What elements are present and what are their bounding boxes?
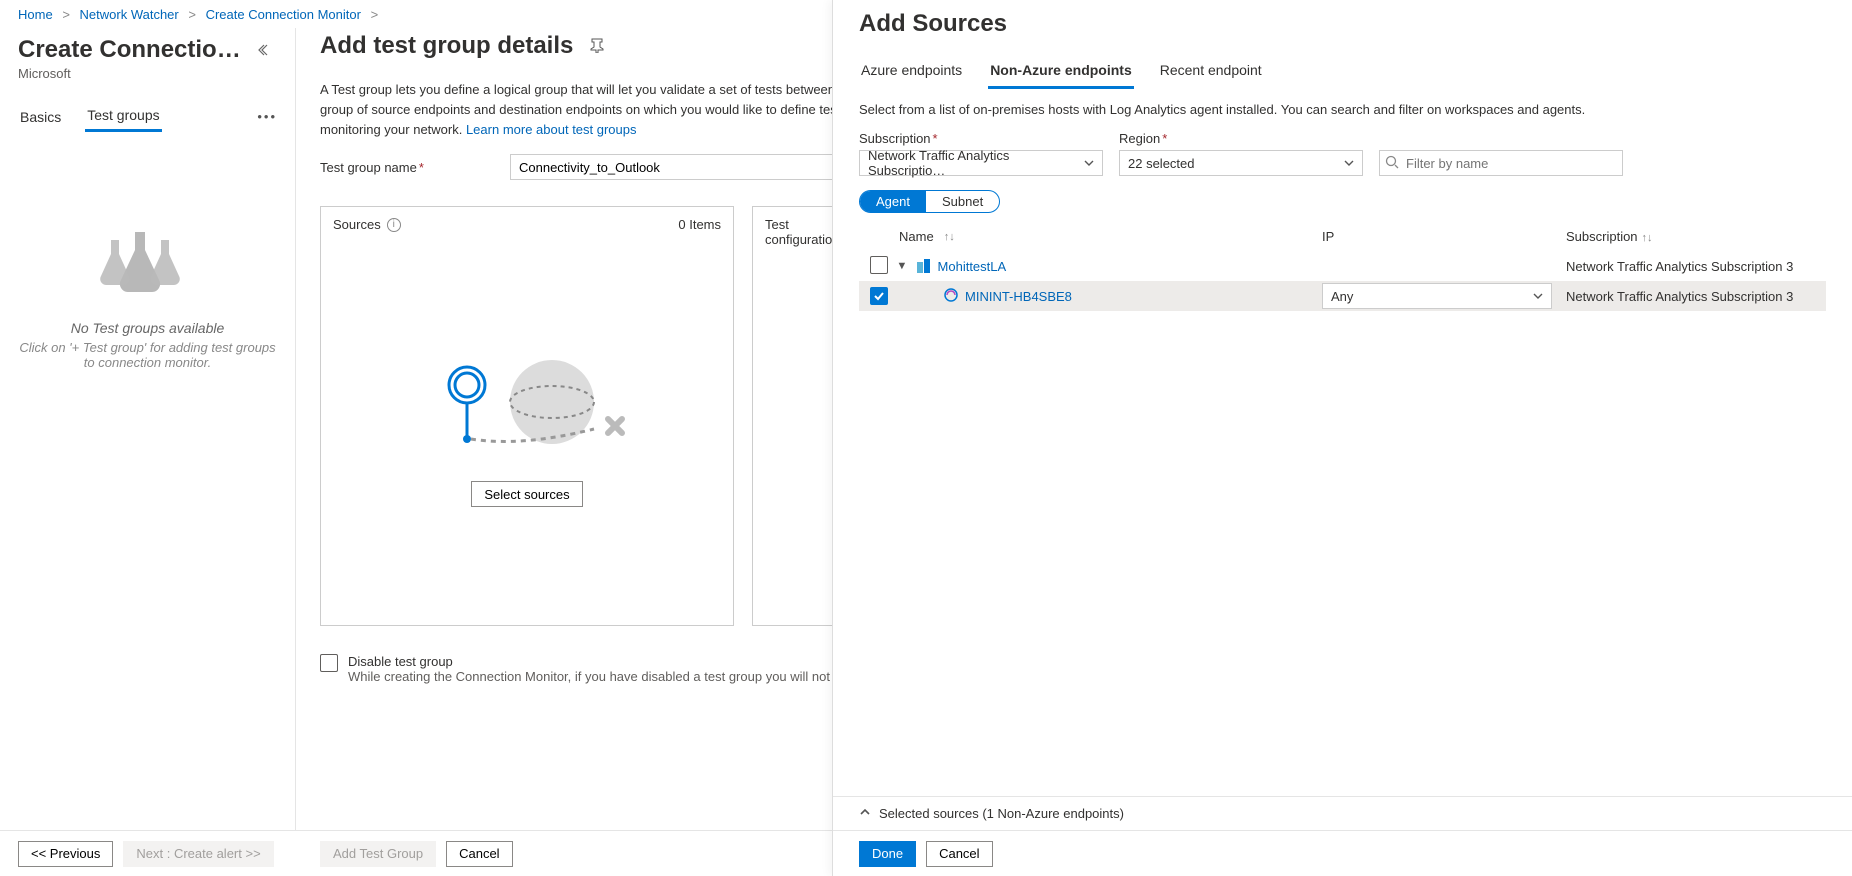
empty-test-groups: No Test groups available Click on '+ Tes… [18, 222, 277, 370]
workspace-subscription: Network Traffic Analytics Subscription 3 [1566, 259, 1826, 274]
row-checkbox[interactable] [870, 256, 888, 274]
col-ip[interactable]: IP [1322, 229, 1334, 244]
tab-recent-endpoint[interactable]: Recent endpoint [1158, 62, 1264, 89]
test-group-name-label: Test group name [320, 160, 417, 175]
test-group-name-input[interactable] [510, 154, 880, 180]
empty-help: Click on '+ Test group' for adding test … [18, 340, 277, 370]
blade-description: A Test group lets you define a logical g… [320, 80, 880, 140]
chevron-right-icon: > [182, 7, 202, 22]
page-subtitle: Microsoft [18, 66, 277, 81]
host-subscription: Network Traffic Analytics Subscription 3 [1566, 289, 1826, 304]
chevron-down-icon [1533, 289, 1543, 304]
required-marker: * [1162, 131, 1167, 146]
next-button[interactable]: Next : Create alert >> [123, 841, 273, 867]
row-checkbox[interactable] [870, 287, 888, 305]
flyout-title: Add Sources [833, 0, 1852, 52]
host-link[interactable]: MININT-HB4SBE8 [965, 289, 1072, 304]
chevron-down-icon [1084, 156, 1094, 171]
search-icon [1385, 155, 1399, 172]
agent-icon [943, 287, 959, 306]
flask-icon [93, 222, 203, 302]
breadcrumb-create-connection-monitor[interactable]: Create Connection Monitor [206, 7, 361, 22]
flyout-footer: Done Cancel [833, 830, 1852, 876]
subnav: Basics Test groups ••• [18, 107, 277, 132]
sources-count: 0 Items [678, 217, 721, 232]
filter-by-name-input[interactable] [1379, 150, 1623, 176]
tab-non-azure-endpoints[interactable]: Non-Azure endpoints [988, 62, 1134, 89]
pill-agent[interactable]: Agent [860, 191, 926, 212]
flyout-description: Select from a list of on-premises hosts … [859, 102, 1826, 117]
tab-azure-endpoints[interactable]: Azure endpoints [859, 62, 964, 89]
workspace-row[interactable]: ▸ MohittestLA Network Traffic Analytics … [859, 251, 1826, 281]
region-label: Region [1119, 131, 1160, 146]
empty-title: No Test groups available [18, 320, 277, 336]
chevron-up-icon [859, 806, 871, 821]
breadcrumb-home[interactable]: Home [18, 7, 53, 22]
select-sources-button[interactable]: Select sources [471, 481, 582, 507]
chevron-right-icon: > [365, 7, 385, 22]
pill-subnet[interactable]: Subnet [926, 191, 999, 212]
selected-sources-bar[interactable]: Selected sources (1 Non-Azure endpoints) [833, 796, 1852, 830]
tab-basics[interactable]: Basics [18, 109, 63, 131]
left-footer: << Previous Next : Create alert >> [0, 830, 296, 876]
sources-label: Sources [333, 217, 381, 232]
breadcrumb-network-watcher[interactable]: Network Watcher [80, 7, 179, 22]
disable-test-group-checkbox[interactable] [320, 654, 338, 672]
host-row[interactable]: MININT-HB4SBE8 Any Network Traffic Analy… [859, 281, 1826, 311]
log-analytics-icon [916, 258, 932, 274]
flyout-cancel-button[interactable]: Cancel [926, 841, 992, 867]
col-subscription[interactable]: Subscription [1566, 229, 1638, 244]
source-tabs: Azure endpoints Non-Azure endpoints Rece… [833, 62, 1852, 90]
required-marker: * [419, 160, 424, 175]
add-sources-flyout: Add Sources Azure endpoints Non-Azure en… [832, 0, 1852, 876]
tab-test-groups[interactable]: Test groups [85, 107, 161, 132]
test-configurations-panel: Test configurations [752, 206, 842, 626]
region-dropdown[interactable]: 22 selected [1119, 150, 1363, 176]
subscription-label: Subscription [859, 131, 931, 146]
learn-more-link[interactable]: Learn more about test groups [466, 122, 637, 137]
done-button[interactable]: Done [859, 841, 916, 867]
subscription-dropdown[interactable]: Network Traffic Analytics Subscriptio… [859, 150, 1103, 176]
workspace-link[interactable]: MohittestLA [938, 259, 1007, 274]
pin-icon[interactable] [589, 37, 605, 56]
cancel-button[interactable]: Cancel [446, 841, 512, 867]
previous-button[interactable]: << Previous [18, 841, 113, 867]
chevron-right-icon: > [56, 7, 76, 22]
sort-icon[interactable]: ↑↓ [944, 231, 955, 243]
more-menu-icon[interactable]: ••• [257, 109, 277, 130]
agent-subnet-toggle: Agent Subnet [859, 190, 1000, 213]
blade-title: Add test group details [320, 32, 573, 60]
sort-icon[interactable]: ↑↓ [1642, 232, 1653, 244]
selected-sources-text: Selected sources (1 Non-Azure endpoints) [879, 806, 1124, 821]
sources-panel: Sources i 0 Items Select sources [320, 206, 734, 626]
chevron-down-icon[interactable]: ▸ [894, 263, 910, 270]
collapse-icon[interactable] [253, 38, 277, 62]
info-icon[interactable]: i [387, 218, 401, 232]
sources-grid: Name ↑↓ IP Subscription ↑↓ ▸ MohittestLA N… [859, 223, 1826, 311]
globe-pin-icon [422, 347, 632, 457]
col-name[interactable]: Name [899, 229, 934, 244]
chevron-down-icon [1344, 156, 1354, 171]
ip-dropdown[interactable]: Any [1322, 283, 1552, 309]
add-test-group-button[interactable]: Add Test Group [320, 841, 436, 867]
page-title: Create Connection… [18, 36, 248, 64]
required-marker: * [933, 131, 938, 146]
